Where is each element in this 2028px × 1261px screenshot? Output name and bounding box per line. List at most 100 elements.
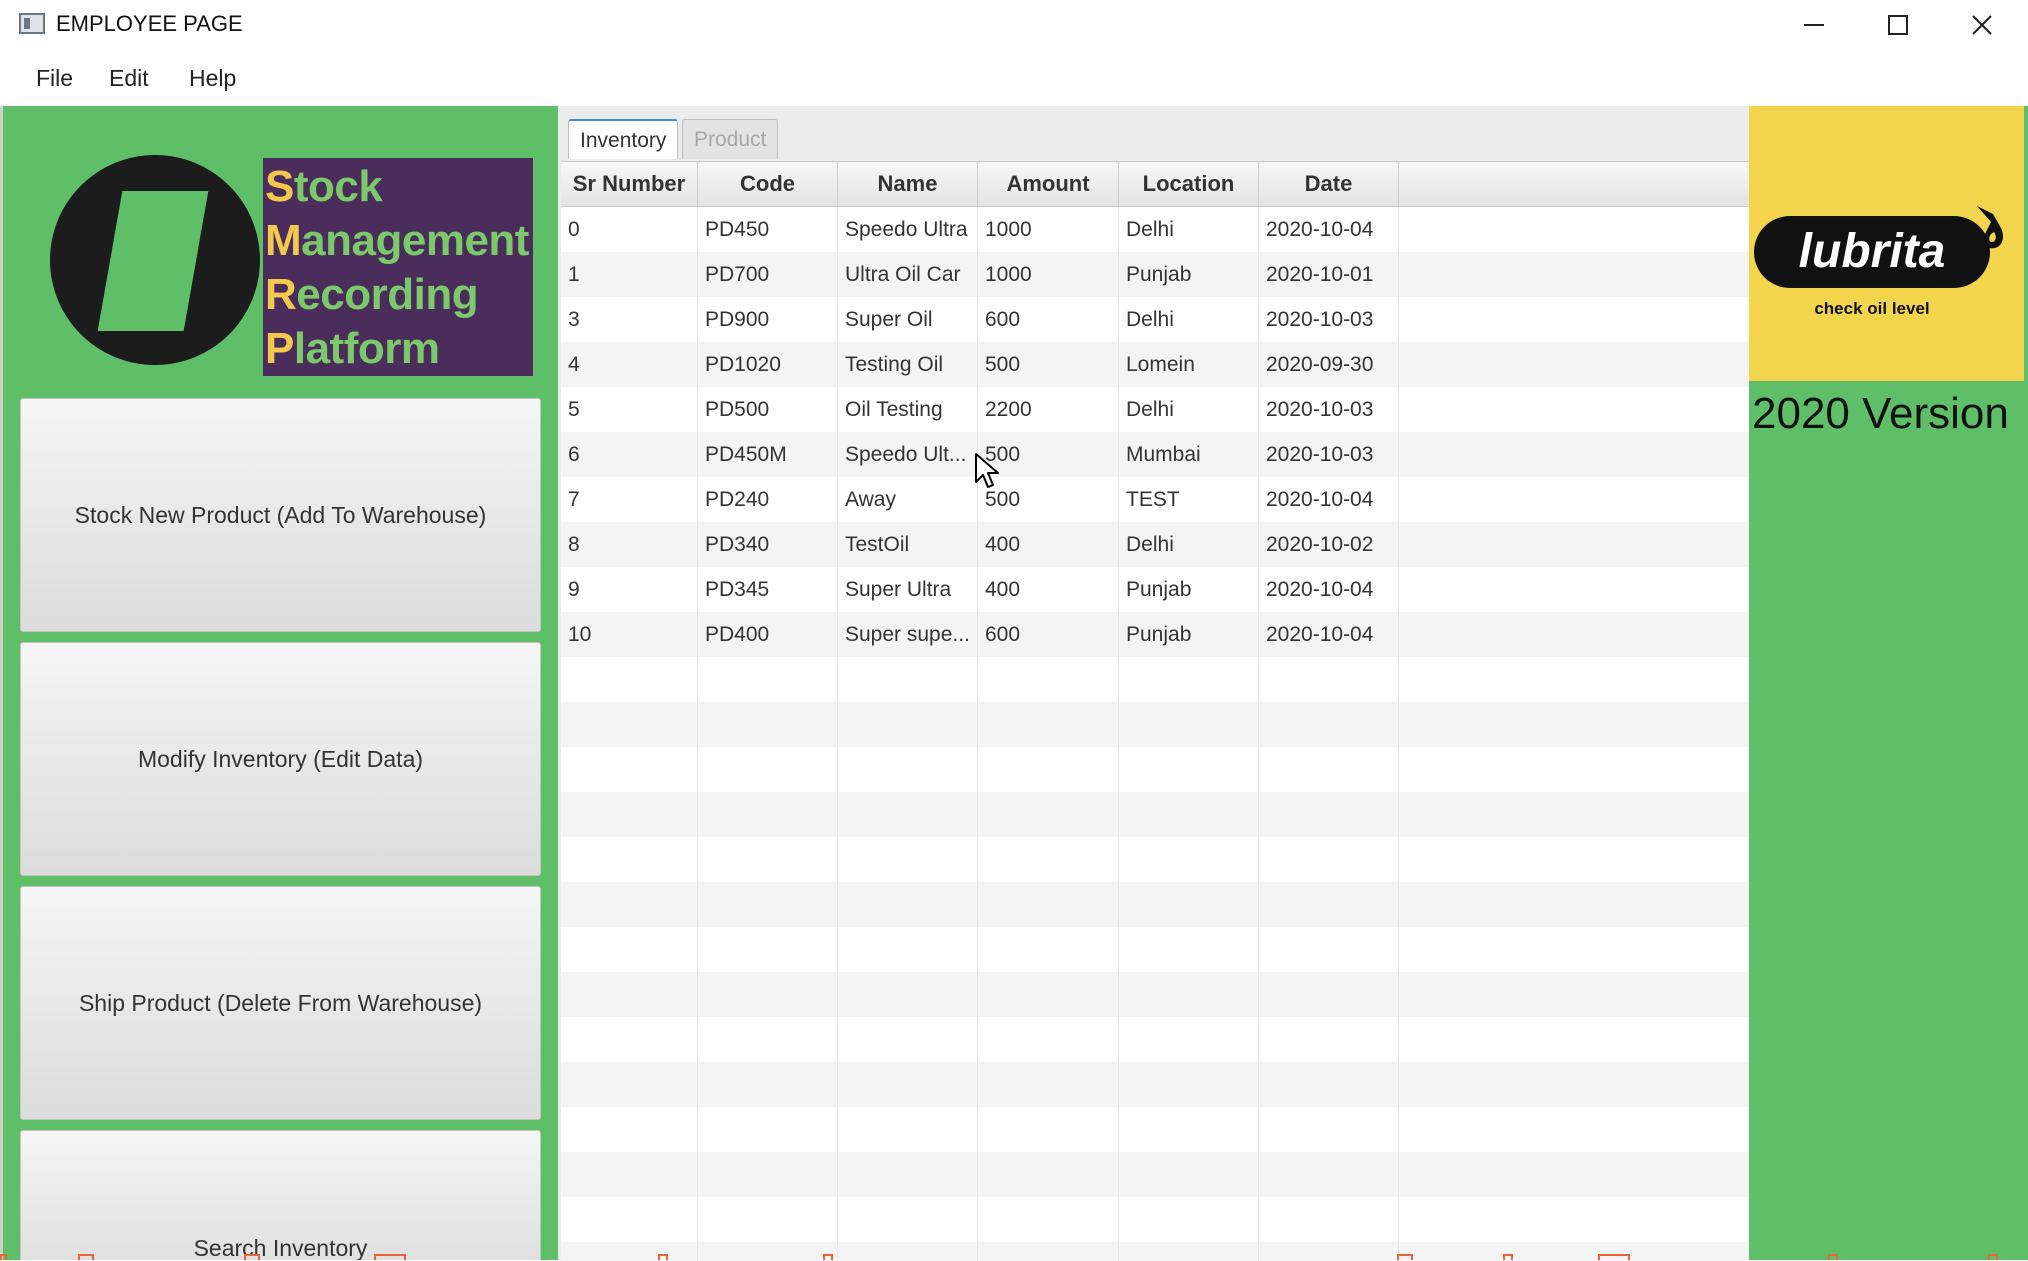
table-row[interactable]: 6 PD450M Speedo Ult... 500 Mumbai 2020-10-03 (561, 432, 1749, 477)
ship-product-button[interactable]: Ship Product (Delete From Warehouse) (20, 886, 541, 1120)
table-cell: Delhi (1126, 533, 1174, 556)
column-header[interactable]: Date (1259, 162, 1399, 206)
table-cell: Mumbai (1126, 443, 1201, 466)
table-cell: Super supe... (845, 623, 970, 646)
column-header[interactable]: Code (698, 162, 838, 206)
minimize-icon (1804, 24, 1824, 26)
logo-initial: P (265, 324, 294, 373)
brand-ad: lubrita check oil level (1749, 106, 2024, 381)
table-cell: 400 (985, 578, 1021, 601)
table-cell: 10 (568, 623, 592, 646)
table-cell: PD500 (705, 398, 770, 421)
table-cell: 2020-10-02 (1266, 533, 1374, 556)
table-row[interactable]: 7 PD240 Away 500 TEST 2020-10-04 (561, 477, 1749, 522)
bottom-artifact (1598, 1254, 1630, 1260)
tab-inventory[interactable]: Inventory (568, 119, 679, 159)
table-cell: PD700 (705, 263, 770, 286)
table-cell: 5 (568, 398, 580, 421)
window-title: EMPLOYEE PAGE (56, 11, 243, 36)
inventory-panel: Inventory Product Sr Number Code Name Amoun… (558, 106, 1749, 1261)
bottom-artifact (374, 1254, 406, 1260)
maximize-button[interactable] (1862, 0, 1932, 49)
menu-bar: File Edit Help (0, 49, 2028, 106)
logo-initial: M (265, 216, 302, 265)
table-cell: 1000 (985, 263, 1032, 286)
modify-inventory-button[interactable]: Modify Inventory (Edit Data) (20, 642, 541, 876)
inventory-table: Sr Number Code Name Amount Location Date 0 PD4… (561, 161, 1749, 1261)
brand-name: lubrita (1798, 225, 1946, 278)
table-cell: 2200 (985, 398, 1032, 421)
table-cell: 2020-10-04 (1266, 488, 1374, 511)
table-cell: Punjab (1126, 578, 1192, 601)
column-header[interactable]: Amount (978, 162, 1119, 206)
table-cell: 400 (985, 533, 1021, 556)
table-cell: PD340 (705, 533, 770, 556)
table-cell: PD450 (705, 218, 770, 241)
bottom-artifact (244, 1254, 260, 1260)
table-cell: TEST (1126, 488, 1180, 511)
close-button[interactable] (1946, 0, 2016, 49)
bottom-artifact (1503, 1254, 1513, 1260)
right-panel: lubrita check oil level 2020 Version (1749, 106, 2028, 1260)
table-cell: 7 (568, 488, 580, 511)
oil-drop-icon (1977, 206, 2003, 249)
table-cell: 1000 (985, 218, 1032, 241)
app-icon (19, 13, 45, 34)
table-cell: Speedo Ultra (845, 218, 968, 241)
table-cell: Speedo Ult... (845, 443, 967, 466)
menu-help[interactable]: Help (187, 65, 238, 92)
logo-word: tock (293, 162, 383, 211)
main-content: Stock Management Recording Platform Stoc… (0, 106, 2028, 1261)
column-header[interactable]: Location (1119, 162, 1259, 206)
maximize-icon (1888, 15, 1908, 35)
column-header[interactable]: Sr Number (561, 162, 698, 206)
title-bar: EMPLOYEE PAGE (0, 0, 2028, 49)
table-cell: 6 (568, 443, 580, 466)
logo-word: ecording (296, 270, 479, 319)
table-cell: Ultra Oil Car (845, 263, 961, 286)
table-row[interactable]: 3 PD900 Super Oil 600 Delhi 2020-10-03 (561, 297, 1749, 342)
logo-initial: R (265, 270, 297, 319)
table-cell: 2020-10-04 (1266, 218, 1374, 241)
left-panel: Stock Management Recording Platform Stoc… (3, 106, 558, 1260)
brand-logo: lubrita (1754, 216, 1990, 288)
table-header: Sr Number Code Name Amount Location Date (561, 162, 1749, 207)
mouse-cursor-icon (975, 453, 999, 488)
table-cell: 2020-10-03 (1266, 443, 1374, 466)
table-row[interactable]: 4 PD1020 Testing Oil 500 Lomein 2020-09-30 (561, 342, 1749, 387)
logo-word: latform (293, 324, 440, 373)
logo-text: Stock Management Recording Platform (263, 158, 533, 376)
table-cell: Punjab (1126, 263, 1192, 286)
table-row[interactable]: 9 PD345 Super Ultra 400 Punjab 2020-10-04 (561, 567, 1749, 612)
table-cell: Away (845, 488, 896, 511)
table-row[interactable]: 8 PD340 TestOil 400 Delhi 2020-10-02 (561, 522, 1749, 567)
table-cell: Super Ultra (845, 578, 952, 601)
bottom-artifact (1988, 1254, 1998, 1260)
stock-new-product-button[interactable]: Stock New Product (Add To Warehouse) (20, 398, 541, 632)
menu-file[interactable]: File (34, 65, 75, 92)
table-cell: TestOil (845, 533, 910, 556)
table-cell: Testing Oil (845, 353, 944, 376)
table-cell: 600 (985, 623, 1021, 646)
table-cell: Delhi (1126, 308, 1174, 331)
table-cell: 8 (568, 533, 580, 556)
brand-tagline: check oil level (1814, 299, 1930, 318)
table-cell: Delhi (1126, 218, 1174, 241)
table-cell: PD345 (705, 578, 770, 601)
version-label: 2020 Version (1752, 389, 2009, 438)
table-cell: Lomein (1126, 353, 1195, 376)
tab-product[interactable]: Product (682, 119, 779, 159)
table-row[interactable]: 5 PD500 Oil Testing 2200 Delhi 2020-10-03 (561, 387, 1749, 432)
table-row[interactable]: 10 PD400 Super supe... 600 Punjab 2020-10-04 (561, 612, 1749, 657)
table-cell: PD1020 (705, 353, 781, 376)
minimize-button[interactable] (1778, 0, 1848, 49)
menu-edit[interactable]: Edit (107, 65, 151, 92)
table-cell: 2020-10-03 (1266, 308, 1374, 331)
column-header[interactable]: Name (838, 162, 978, 206)
search-inventory-button[interactable]: Search Inventory (20, 1130, 541, 1260)
table-cell: 2020-10-04 (1266, 578, 1374, 601)
table-cell: 2020-10-04 (1266, 623, 1374, 646)
logo-initial: S (265, 162, 294, 211)
table-row[interactable]: 0 PD450 Speedo Ultra 1000 Delhi 2020-10-04 (561, 207, 1749, 252)
table-row[interactable]: 1 PD700 Ultra Oil Car 1000 Punjab 2020-10-01 (561, 252, 1749, 297)
